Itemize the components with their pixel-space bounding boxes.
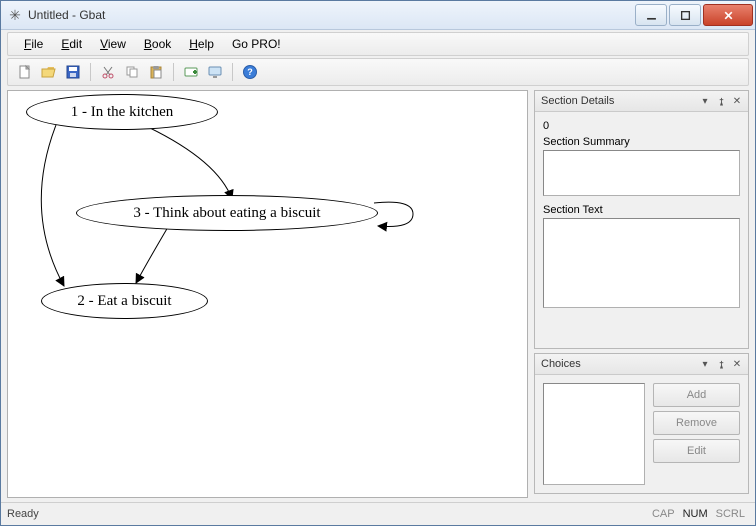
status-cap: CAP (648, 508, 679, 520)
section-details-header[interactable]: Section Details ▾ ✕ (535, 91, 748, 112)
section-id: 0 (543, 120, 740, 132)
pin-icon[interactable] (714, 94, 728, 108)
minimize-button[interactable] (635, 4, 667, 26)
menu-edit[interactable]: Edit (53, 35, 90, 53)
choices-panel: Choices ▾ ✕ Add Remove Edit (534, 353, 749, 494)
status-scrl: SCRL (712, 508, 749, 520)
section-summary-label: Section Summary (543, 136, 740, 148)
node-1[interactable]: 1 - In the kitchen (26, 94, 218, 130)
node-3-label: 3 - Think about eating a biscuit (133, 205, 320, 222)
cut-icon[interactable] (97, 61, 119, 83)
menu-help[interactable]: Help (181, 35, 222, 53)
node-1-label: 1 - In the kitchen (71, 104, 173, 121)
menu-file[interactable]: File (16, 35, 51, 53)
close-panel-icon[interactable]: ✕ (730, 94, 744, 108)
choices-body: Add Remove Edit (535, 375, 748, 493)
menu-view[interactable]: View (92, 35, 134, 53)
client-area: 1 - In the kitchen 3 - Think about eatin… (7, 90, 749, 498)
app-icon: ✳ (7, 7, 23, 23)
window-title: Untitled - Gbat (28, 8, 633, 22)
menu-book[interactable]: Book (136, 35, 179, 53)
maximize-button[interactable] (669, 4, 701, 26)
close-button[interactable] (703, 4, 753, 26)
tool-bar: ? (7, 58, 749, 86)
node-2[interactable]: 2 - Eat a biscuit (41, 283, 208, 319)
pin-icon[interactable] (714, 357, 728, 371)
open-file-icon[interactable] (38, 61, 60, 83)
choices-buttons: Add Remove Edit (653, 383, 740, 485)
node-3[interactable]: 3 - Think about eating a biscuit (76, 195, 378, 231)
choices-title: Choices (541, 358, 696, 370)
copy-icon[interactable] (121, 61, 143, 83)
section-summary-input[interactable] (543, 150, 740, 196)
help-icon[interactable]: ? (239, 61, 261, 83)
edit-button[interactable]: Edit (653, 439, 740, 463)
dropdown-icon[interactable]: ▾ (698, 357, 712, 371)
choices-header[interactable]: Choices ▾ ✕ (535, 354, 748, 375)
new-file-icon[interactable] (14, 61, 36, 83)
side-panel: Section Details ▾ ✕ 0 Section Summary Se… (534, 90, 749, 498)
menu-bar: File Edit View Book Help Go PRO! (7, 32, 749, 56)
save-file-icon[interactable] (62, 61, 84, 83)
section-details-title: Section Details (541, 95, 696, 107)
app-window: ✳ Untitled - Gbat File Edit View Book He… (0, 0, 756, 526)
svg-text:?: ? (247, 67, 253, 77)
add-node-icon[interactable] (180, 61, 202, 83)
separator (173, 63, 174, 81)
section-text-input[interactable] (543, 218, 740, 308)
add-button[interactable]: Add (653, 383, 740, 407)
status-ready: Ready (7, 508, 648, 520)
menu-gopro[interactable]: Go PRO! (224, 35, 289, 53)
close-panel-icon[interactable]: ✕ (730, 357, 744, 371)
title-bar[interactable]: ✳ Untitled - Gbat (1, 1, 755, 30)
status-bar: Ready CAP NUM SCRL (1, 502, 755, 525)
section-text-label: Section Text (543, 204, 740, 216)
screen-icon[interactable] (204, 61, 226, 83)
diagram-canvas[interactable]: 1 - In the kitchen 3 - Think about eatin… (7, 90, 528, 498)
dropdown-icon[interactable]: ▾ (698, 94, 712, 108)
choices-list[interactable] (543, 383, 645, 485)
section-details-panel: Section Details ▾ ✕ 0 Section Summary Se… (534, 90, 749, 349)
remove-button[interactable]: Remove (653, 411, 740, 435)
separator (232, 63, 233, 81)
section-details-body: 0 Section Summary Section Text (535, 112, 748, 314)
status-num: NUM (679, 508, 712, 520)
node-2-label: 2 - Eat a biscuit (77, 293, 171, 310)
window-controls (633, 4, 753, 26)
paste-icon[interactable] (145, 61, 167, 83)
separator (90, 63, 91, 81)
